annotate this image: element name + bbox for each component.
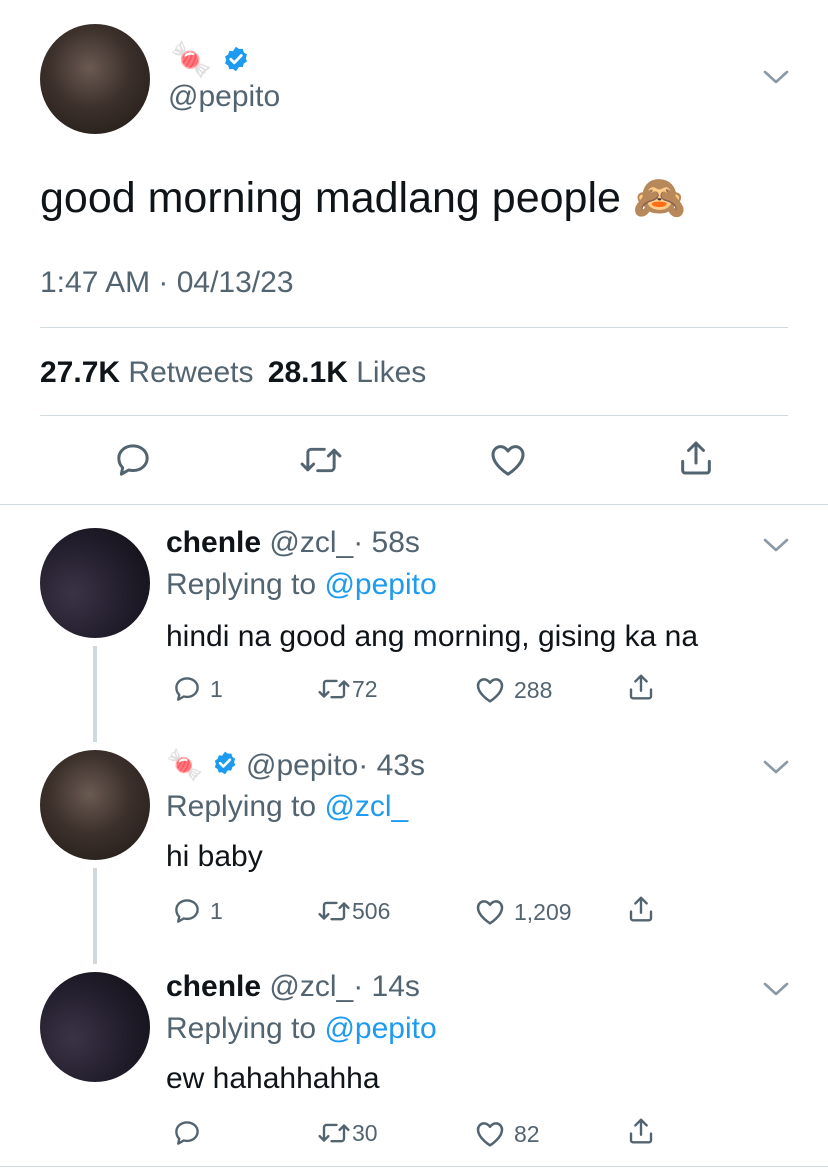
tweet-text: good morning madlang people 🙈 xyxy=(40,174,687,222)
share-icon xyxy=(626,1116,656,1146)
reply-button[interactable]: 1 xyxy=(172,674,223,704)
handle[interactable]: @pepito xyxy=(246,749,358,782)
retweet-button[interactable]: 506 xyxy=(316,896,390,926)
like-button[interactable]: 1,209 xyxy=(474,896,572,928)
reply-icon xyxy=(172,1118,202,1148)
share-button[interactable] xyxy=(626,1116,656,1146)
name-emoji: 🍬 xyxy=(170,41,213,79)
retweet-button[interactable] xyxy=(298,440,344,485)
retweet-count: 72 xyxy=(352,675,378,702)
display-name[interactable]: chenle xyxy=(166,526,261,559)
display-name[interactable]: 🍬 xyxy=(170,40,250,82)
handle[interactable]: @pepito xyxy=(168,80,280,114)
reply-text: hi baby xyxy=(166,840,263,873)
replying-prefix: Replying to xyxy=(166,1012,317,1045)
replying-to-link[interactable]: @zcl_ xyxy=(324,790,408,823)
retweet-icon xyxy=(316,1118,352,1148)
chevron-down-icon[interactable] xyxy=(762,980,790,998)
like-icon xyxy=(488,445,528,484)
share-icon xyxy=(626,894,656,924)
retweets-count[interactable]: 27.7K xyxy=(40,356,120,389)
like-icon xyxy=(474,674,506,706)
like-count: 82 xyxy=(514,1120,540,1147)
reply-header: 🍬 @pepito· 43s xyxy=(166,748,425,784)
replying-to: Replying to @pepito xyxy=(166,568,437,602)
share-button[interactable] xyxy=(626,894,656,924)
divider xyxy=(0,1166,828,1167)
replying-prefix: Replying to xyxy=(166,568,317,601)
divider xyxy=(40,415,788,416)
retweet-button[interactable]: 72 xyxy=(316,674,378,704)
replying-to-link[interactable]: @pepito xyxy=(324,1012,436,1045)
verified-icon xyxy=(222,42,250,82)
avatar-chenle[interactable] xyxy=(40,972,150,1082)
reply-button[interactable] xyxy=(172,1118,210,1148)
like-count: 1,209 xyxy=(514,898,572,925)
share-icon xyxy=(626,672,656,702)
relative-time[interactable]: · 43s xyxy=(358,749,425,782)
like-button[interactable]: 288 xyxy=(474,674,552,706)
handle[interactable]: @zcl_ xyxy=(269,970,353,1003)
reply-count: 1 xyxy=(210,675,223,702)
reply-button[interactable]: 1 xyxy=(172,896,223,926)
share-button[interactable] xyxy=(676,438,716,483)
chevron-down-icon[interactable] xyxy=(762,758,790,776)
divider xyxy=(40,327,788,328)
retweet-button[interactable]: 30 xyxy=(316,1118,378,1148)
chevron-down-icon[interactable] xyxy=(762,536,790,554)
replying-to-link[interactable]: @pepito xyxy=(324,568,436,601)
like-icon xyxy=(474,1118,506,1150)
avatar-pepito[interactable] xyxy=(40,750,150,860)
likes-count[interactable]: 28.1K xyxy=(268,356,348,389)
tweet-timestamp[interactable]: 1:47 AM · 04/13/23 xyxy=(40,266,294,300)
retweet-icon xyxy=(298,447,344,484)
like-button[interactable] xyxy=(488,440,528,485)
reply-count: 1 xyxy=(210,897,223,924)
reply-icon xyxy=(113,444,153,484)
display-name[interactable]: chenle xyxy=(166,970,261,1003)
reply-icon xyxy=(172,674,202,704)
avatar-pepito[interactable] xyxy=(40,24,150,134)
retweet-icon xyxy=(316,674,352,704)
share-icon xyxy=(676,441,716,482)
reply-tweet[interactable]: 🍬 @pepito· 43s Replying to @zcl_ hi baby… xyxy=(0,740,828,962)
replying-prefix: Replying to xyxy=(166,790,317,823)
divider xyxy=(0,504,828,505)
relative-time[interactable]: · 58s xyxy=(353,526,420,559)
reply-button[interactable] xyxy=(113,440,153,485)
name-emoji[interactable]: 🍬 xyxy=(166,749,203,782)
avatar-chenle[interactable] xyxy=(40,528,150,638)
reply-text: ew hahahhahha xyxy=(166,1062,380,1095)
engagement-stats: 27.7K Retweets 28.1K Likes xyxy=(40,356,426,390)
like-button[interactable]: 82 xyxy=(474,1118,540,1150)
reply-tweet[interactable]: chenle @zcl_· 14s Replying to @pepito ew… xyxy=(0,962,828,1162)
verified-icon xyxy=(212,750,238,784)
like-icon xyxy=(474,896,506,928)
chevron-down-icon[interactable] xyxy=(762,68,790,86)
reply-header: chenle @zcl_· 14s xyxy=(166,970,420,1004)
reply-text: hindi na good ang morning, gising ka na xyxy=(166,620,699,653)
reply-header: chenle @zcl_· 58s xyxy=(166,526,420,560)
replying-to: Replying to @pepito xyxy=(166,1012,437,1046)
replying-to: Replying to @zcl_ xyxy=(166,790,408,824)
retweet-count: 30 xyxy=(352,1119,378,1146)
relative-time[interactable]: · 14s xyxy=(353,970,420,1003)
reply-tweet[interactable]: chenle @zcl_· 58s Replying to @pepito hi… xyxy=(0,518,828,740)
retweet-count: 506 xyxy=(352,897,391,924)
retweets-label[interactable]: Retweets xyxy=(128,356,253,389)
retweet-icon xyxy=(316,896,352,926)
likes-label[interactable]: Likes xyxy=(356,356,426,389)
like-count: 288 xyxy=(514,676,553,703)
handle[interactable]: @zcl_ xyxy=(269,526,353,559)
reply-icon xyxy=(172,896,202,926)
share-button[interactable] xyxy=(626,672,656,702)
